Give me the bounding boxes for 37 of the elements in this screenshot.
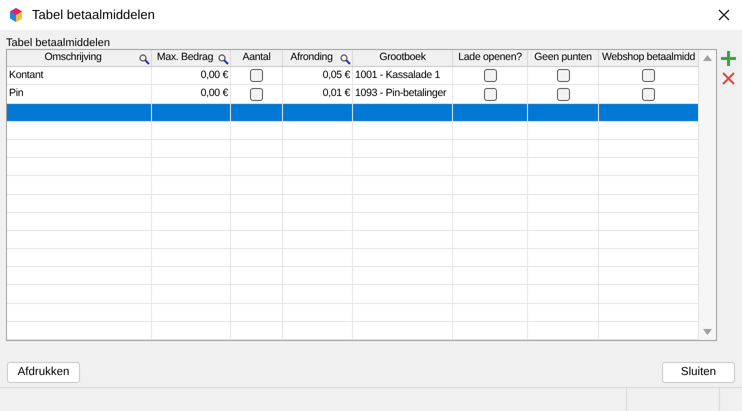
checkbox[interactable] <box>250 88 263 101</box>
table-row[interactable] <box>7 104 699 122</box>
column-header[interactable]: Max. Bedrag <box>152 50 231 66</box>
table-cell-text: 1001 - Kassalade 1 <box>355 68 440 83</box>
table-row[interactable]: Kontant 0,00 € 0,05 € 1001 - Kassalade 1 <box>7 67 699 86</box>
table-row[interactable]: Pin 0,00 € 0,01 € 1093 - Pin-betalinger <box>7 85 699 104</box>
search-icon[interactable] <box>340 54 351 65</box>
table-cell-text: Pin <box>9 86 24 102</box>
search-icon[interactable] <box>139 54 150 65</box>
table-cell-text: 0,01 € <box>322 86 350 102</box>
add-icon[interactable] <box>721 51 736 66</box>
column-header[interactable]: Afronding <box>283 50 353 66</box>
table-caption: Tabel betaalmiddelen <box>6 37 111 49</box>
checkbox[interactable] <box>556 69 570 82</box>
column-header[interactable]: Omschrijving <box>7 50 152 66</box>
column-header[interactable]: Grootboek <box>353 50 453 66</box>
close-icon[interactable] <box>718 9 730 21</box>
search-icon[interactable] <box>218 54 229 65</box>
column-header[interactable]: Aantal <box>231 50 283 66</box>
print-button[interactable]: Afdrukken <box>7 362 80 383</box>
table-cell-text: 0,00 € <box>200 68 228 83</box>
delete-icon[interactable] <box>722 72 735 85</box>
checkbox[interactable] <box>642 69 655 82</box>
close-button[interactable]: Sluiten <box>662 362 735 383</box>
table-cell-text: 1093 - Pin-betalinger <box>355 86 446 102</box>
table-cell-text: Kontant <box>9 68 44 83</box>
checkbox[interactable] <box>250 69 263 82</box>
table-cell-text: 0,00 € <box>200 86 228 102</box>
column-header[interactable]: Lade openen? <box>453 50 528 66</box>
checkbox[interactable] <box>484 69 496 82</box>
checkbox[interactable] <box>484 88 496 101</box>
window-title: Tabel betaalmiddelen <box>32 6 155 24</box>
table-cell-text: 0,05 € <box>322 68 350 83</box>
app-logo-icon <box>8 7 24 23</box>
checkbox[interactable] <box>556 88 570 101</box>
checkbox[interactable] <box>642 88 655 101</box>
column-header[interactable]: Geen punten <box>528 50 599 66</box>
